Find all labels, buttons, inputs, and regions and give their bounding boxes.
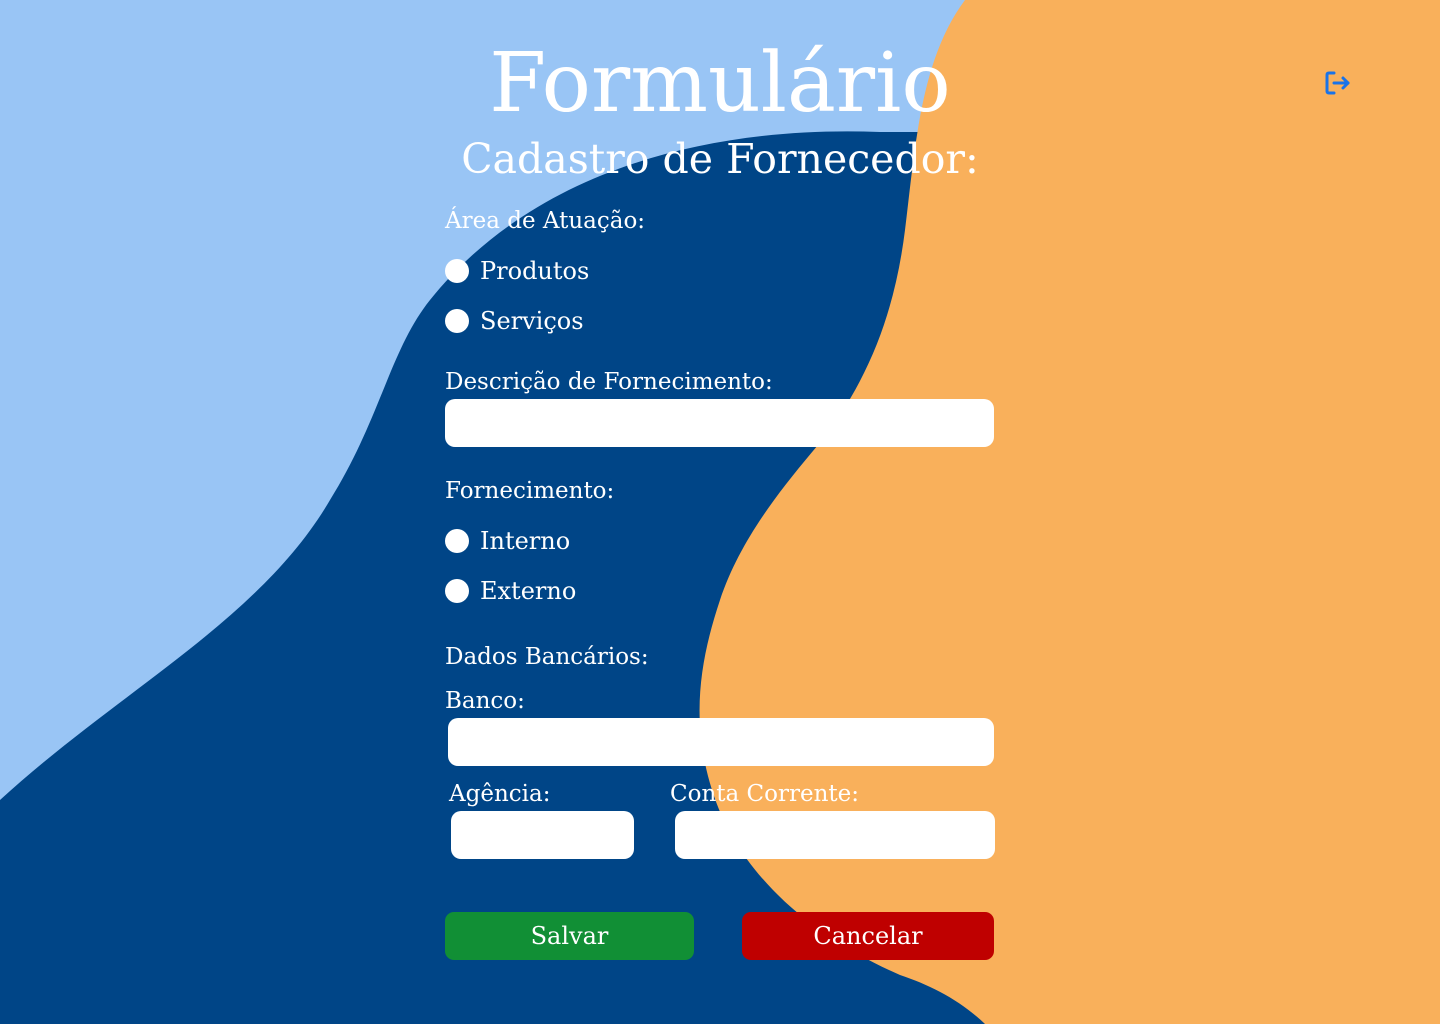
radio-produtos[interactable]: Produtos bbox=[445, 256, 589, 286]
cancel-button[interactable]: Cancelar bbox=[742, 912, 994, 960]
radio-servicos-circle[interactable] bbox=[445, 309, 469, 333]
radio-interno-circle[interactable] bbox=[445, 529, 469, 553]
descricao-input[interactable] bbox=[445, 399, 994, 447]
conta-corrente-input[interactable] bbox=[675, 811, 995, 859]
logout-button[interactable] bbox=[1324, 70, 1352, 96]
radio-produtos-label: Produtos bbox=[480, 257, 590, 285]
page-title: Formulário bbox=[489, 36, 951, 131]
banco-label: Banco: bbox=[445, 688, 525, 714]
radio-produtos-circle[interactable] bbox=[445, 259, 469, 283]
radio-externo[interactable]: Externo bbox=[445, 576, 576, 606]
area-atuacao-label: Área de Atuação: bbox=[445, 208, 646, 234]
conta-corrente-label: Conta Corrente: bbox=[670, 781, 859, 807]
radio-interno-label: Interno bbox=[480, 527, 571, 555]
radio-servicos[interactable]: Serviços bbox=[445, 306, 584, 336]
logout-icon bbox=[1325, 71, 1350, 95]
fornecimento-label: Fornecimento: bbox=[445, 478, 615, 504]
descricao-label: Descrição de Fornecimento: bbox=[445, 369, 773, 395]
radio-externo-label: Externo bbox=[480, 577, 577, 605]
page-subtitle: Cadastro de Fornecedor: bbox=[461, 135, 979, 183]
radio-servicos-label: Serviços bbox=[480, 307, 584, 335]
save-button[interactable]: Salvar bbox=[445, 912, 694, 960]
radio-externo-circle[interactable] bbox=[445, 579, 469, 603]
banco-input[interactable] bbox=[448, 718, 994, 766]
dados-bancarios-label: Dados Bancários: bbox=[445, 644, 649, 670]
radio-interno[interactable]: Interno bbox=[445, 526, 570, 556]
agencia-label: Agência: bbox=[449, 781, 551, 807]
page-content: Formulário Cadastro de Fornecedor: Área … bbox=[0, 0, 1440, 1024]
agencia-input[interactable] bbox=[451, 811, 634, 859]
